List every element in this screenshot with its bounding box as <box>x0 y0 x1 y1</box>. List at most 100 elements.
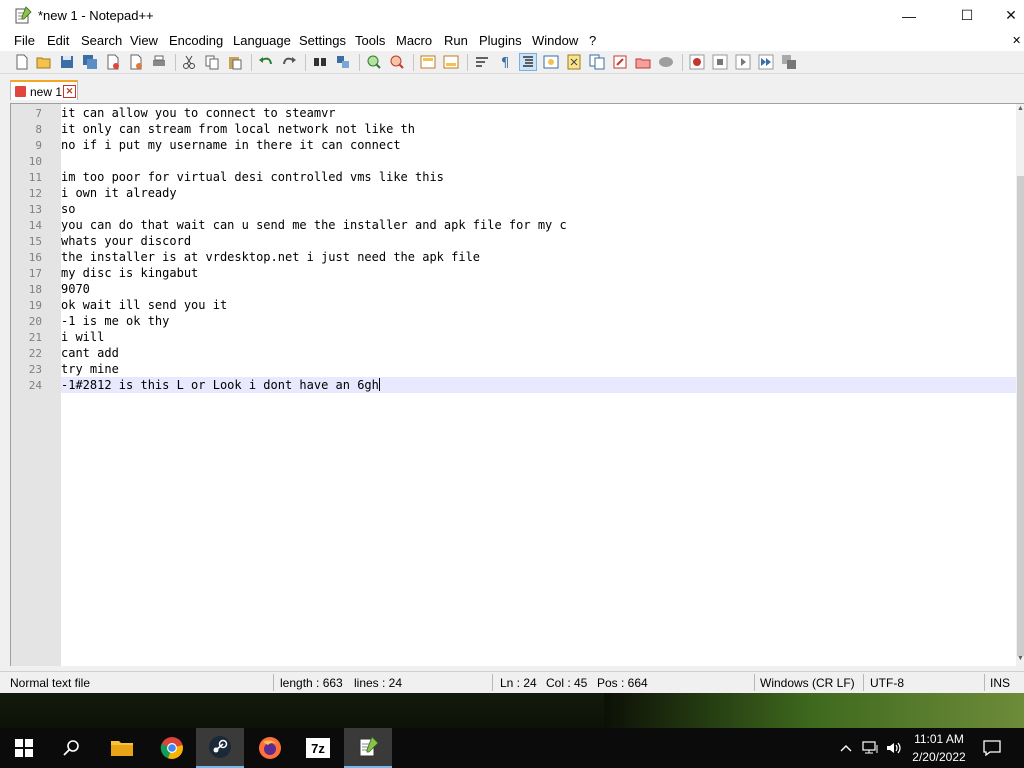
menu-run[interactable]: Run <box>444 33 468 48</box>
stop-macro-icon[interactable] <box>712 54 728 70</box>
replace-icon[interactable] <box>335 54 351 70</box>
taskbar-notepadpp[interactable] <box>344 728 392 768</box>
tab-label: new 1 <box>30 85 63 99</box>
sync-vertical-icon[interactable] <box>420 54 436 70</box>
maximize-button[interactable]: ☐ <box>944 0 990 31</box>
line-number: 22 <box>28 347 42 360</box>
scrollbar-thumb[interactable] <box>1017 176 1024 656</box>
close-all-icon[interactable] <box>128 54 144 70</box>
network-status[interactable] <box>860 728 882 768</box>
text-line[interactable]: whats your discord <box>61 233 1016 249</box>
show-hidden-icons-button[interactable] <box>836 728 856 768</box>
menu-language[interactable]: Language <box>233 33 291 48</box>
paste-icon[interactable] <box>227 54 243 70</box>
zoom-in-icon[interactable] <box>366 54 382 70</box>
taskbar-7zip[interactable]: 7z <box>294 728 342 768</box>
text-line[interactable]: -1 is me ok thy <box>61 313 1016 329</box>
text-editor[interactable]: 7 8 9 10 11 12 13 14 15 16 17 18 19 20 21 22 23 24 it can… <box>10 103 1024 666</box>
user-language-icon[interactable] <box>543 54 559 70</box>
menu-plugins[interactable]: Plugins <box>479 33 522 48</box>
find-icon[interactable] <box>312 54 328 70</box>
menu-encoding[interactable]: Encoding <box>169 33 223 48</box>
text-line[interactable]: it only can stream from local network no… <box>61 121 1016 137</box>
save-all-icon[interactable] <box>82 54 98 70</box>
menu-tools[interactable]: Tools <box>355 33 385 48</box>
taskbar-file-explorer[interactable] <box>98 728 146 768</box>
indent-guide-icon[interactable] <box>519 53 537 71</box>
menu-file[interactable]: File <box>14 33 35 48</box>
system-clock[interactable]: 11:01 AM 2/20/2022 <box>905 730 973 766</box>
notepadpp-app-icon <box>15 6 32 24</box>
record-macro-icon[interactable] <box>689 54 705 70</box>
text-line[interactable]: the installer is at vrdesktop.net i just… <box>61 249 1016 265</box>
show-all-characters-icon[interactable]: ¶ <box>497 54 513 70</box>
close-file-icon[interactable] <box>105 54 121 70</box>
scroll-down-arrow-icon[interactable]: ▼ <box>1016 654 1024 664</box>
menu-view[interactable]: View <box>130 33 158 48</box>
text-line[interactable]: no if i put my username in there it can … <box>61 137 1016 153</box>
notifications-button[interactable] <box>980 728 1004 768</box>
function-list-icon[interactable] <box>589 54 605 70</box>
run-macro-multiple-icon[interactable] <box>758 54 774 70</box>
play-macro-icon[interactable] <box>735 54 751 70</box>
toolbar: ¶ <box>0 51 1024 74</box>
text-line[interactable]: try mine <box>61 361 1016 377</box>
volume-control[interactable] <box>884 728 906 768</box>
speaker-icon <box>887 742 901 754</box>
word-wrap-icon[interactable] <box>474 54 490 70</box>
menu-window[interactable]: Window <box>532 33 578 48</box>
project-panel-icon[interactable] <box>635 54 651 70</box>
redo-icon[interactable] <box>281 54 297 70</box>
scroll-up-arrow-icon[interactable]: ▲ <box>1016 104 1024 114</box>
7zip-icon-label: 7z <box>311 740 325 756</box>
search-button[interactable] <box>48 728 96 768</box>
title-bar[interactable]: *new 1 - Notepad++ — ☐ ✕ <box>0 0 1024 31</box>
copy-icon[interactable] <box>204 54 220 70</box>
folder-as-workspace-icon[interactable] <box>612 54 628 70</box>
text-line[interactable]: so <box>61 201 1016 217</box>
menu-edit[interactable]: Edit <box>47 33 69 48</box>
status-divider <box>273 674 274 691</box>
menu-close-document-icon[interactable]: ✕ <box>1012 34 1021 47</box>
document-map-icon[interactable] <box>566 54 582 70</box>
text-line[interactable]: my disc is kingabut <box>61 265 1016 281</box>
monitoring-icon[interactable] <box>658 54 674 70</box>
new-file-icon[interactable] <box>14 54 30 70</box>
sync-horizontal-icon[interactable] <box>443 54 459 70</box>
line-text: try mine <box>61 362 119 376</box>
text-line[interactable]: im too poor for virtual desi controlled … <box>61 169 1016 185</box>
print-icon[interactable] <box>151 54 167 70</box>
vertical-scrollbar[interactable]: ▲ ▼ <box>1016 104 1024 666</box>
text-line[interactable]: ok wait ill send you it <box>61 297 1016 313</box>
text-line[interactable]: 9070 <box>61 281 1016 297</box>
text-line[interactable]: you can do that wait can u send me the i… <box>61 217 1016 233</box>
menu-macro[interactable]: Macro <box>396 33 432 48</box>
active-text-line[interactable]: -1#2812 is this L or Look i dont have an… <box>61 377 1016 393</box>
cut-icon[interactable] <box>181 54 197 70</box>
desktop-wallpaper-foliage <box>604 690 1024 730</box>
minimize-button[interactable]: — <box>886 0 932 31</box>
taskbar-firefox[interactable] <box>246 728 294 768</box>
text-line[interactable]: it can allow you to connect to steamvr <box>61 105 1016 121</box>
taskbar-chrome[interactable] <box>148 728 196 768</box>
toolbar-separator <box>413 54 414 71</box>
save-icon[interactable] <box>59 54 75 70</box>
menu-help[interactable]: ? <box>589 33 596 48</box>
zoom-out-icon[interactable] <box>389 54 405 70</box>
open-file-icon[interactable] <box>36 54 52 70</box>
tab-close-icon[interactable]: ✕ <box>63 85 76 98</box>
menu-settings[interactable]: Settings <box>299 33 346 48</box>
tab-new-1[interactable]: new 1 ✕ <box>10 80 78 100</box>
text-line[interactable]: i own it already <box>61 185 1016 201</box>
text-line[interactable]: i will <box>61 329 1016 345</box>
line-number: 23 <box>28 363 42 376</box>
undo-icon[interactable] <box>258 54 274 70</box>
start-button[interactable] <box>0 728 48 768</box>
menu-search[interactable]: Search <box>81 33 122 48</box>
close-button[interactable]: ✕ <box>988 0 1024 31</box>
taskbar-steam[interactable] <box>196 728 244 768</box>
text-line[interactable] <box>61 153 1016 169</box>
line-text: the installer is at vrdesktop.net i just… <box>61 250 481 264</box>
save-macro-icon[interactable] <box>781 54 797 70</box>
text-line[interactable]: cant add <box>61 345 1016 361</box>
